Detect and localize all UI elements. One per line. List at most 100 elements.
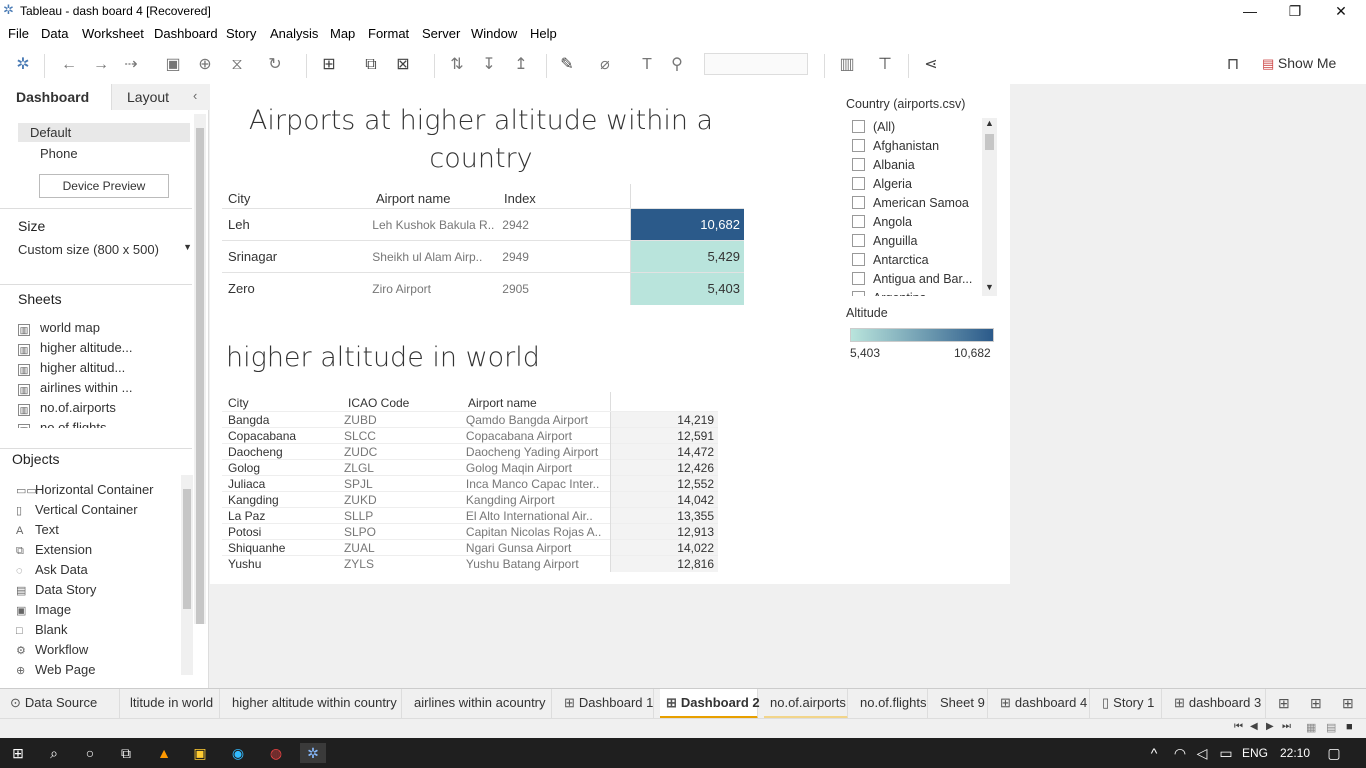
table-row[interactable]: Potosi SLPO Capitan Nicolas Rojas A.. 12,91… (222, 523, 718, 540)
filter-scrollbar[interactable]: ▲ ▼ (982, 118, 997, 296)
sort-descending-icon[interactable]: ↥ (510, 55, 532, 75)
close-button[interactable]: ✕ (1318, 0, 1364, 22)
object-web-page[interactable]: ⊕ Web Page (16, 662, 95, 677)
menu-file[interactable]: File (8, 26, 29, 41)
next-sheet-icon[interactable]: ▶ (1266, 721, 1274, 732)
object-image[interactable]: ▣ Image (16, 602, 71, 617)
battery-icon[interactable]: ▭ (1216, 743, 1236, 763)
table-row[interactable]: Copacabana SLCC Copacabana Airport 12,591 (222, 427, 718, 444)
replay-icon[interactable]: ⇢ (120, 55, 142, 75)
labels-icon[interactable]: T (636, 55, 658, 75)
table-row[interactable]: Golog ZLGL Golog Maqin Airport 12,426 (222, 459, 718, 476)
pause-updates-icon[interactable]: ⧖ (226, 55, 248, 75)
menu-server[interactable]: Server (422, 26, 460, 41)
filter-item[interactable]: Afghanistan (852, 139, 939, 153)
collapse-pane-icon[interactable]: ‹ (193, 88, 197, 103)
new-story-tab-icon[interactable]: ⊞ (1342, 695, 1354, 712)
menu-window[interactable]: Window (471, 26, 517, 41)
new-datasource-icon[interactable]: ⊕ (194, 55, 216, 75)
filter-item[interactable]: Anguilla (852, 234, 917, 248)
tab-ltitude-in-world[interactable]: ltitude in world (124, 689, 220, 719)
filter-item[interactable]: Angola (852, 215, 912, 229)
table-row[interactable]: Srinagar Sheikh ul Alam Airp.. 2949 5,429 (222, 240, 744, 273)
sheet-item-higher-altitude-2[interactable]: ▥ higher altitud... (18, 360, 125, 376)
edge-icon[interactable]: ◉ (228, 743, 248, 763)
menu-data[interactable]: Data (41, 26, 68, 41)
checkbox[interactable] (852, 291, 865, 296)
tableau-home-icon[interactable]: ✲ (12, 55, 34, 75)
filter-item[interactable]: Argentina (852, 291, 927, 296)
filter-item[interactable]: Albania (852, 158, 915, 172)
share-icon[interactable]: ⋖ (920, 55, 942, 75)
vlc-icon[interactable]: ▲ (154, 743, 174, 763)
new-worksheet-tab-icon[interactable]: ⊞ (1278, 695, 1290, 712)
size-dropdown[interactable]: Custom size (800 x 500) ▼ (18, 242, 192, 257)
checkbox[interactable] (852, 253, 865, 266)
table-row[interactable]: Bangda ZUBD Qamdo Bangda Airport 14,219 (222, 411, 718, 428)
undo-icon[interactable]: ← (58, 55, 80, 75)
task-view-icon[interactable]: ⧉ (116, 743, 136, 763)
new-dashboard-tab-icon[interactable]: ⊞ (1310, 695, 1322, 712)
menu-format[interactable]: Format (368, 26, 409, 41)
sheet-item-world-map[interactable]: ▥ world map (18, 320, 100, 336)
menu-map[interactable]: Map (330, 26, 355, 41)
tab-higher-altitude-within-country[interactable]: higher altitude within country (226, 689, 402, 719)
show-cards-icon[interactable]: ▥ (836, 55, 858, 75)
object-vertical-container[interactable]: ▯ Vertical Container (16, 502, 138, 517)
show-sheet-sorter-icon[interactable]: ▤ (1326, 721, 1336, 734)
redo-icon[interactable]: → (90, 55, 112, 75)
windows-start-icon[interactable]: ⊞ (8, 743, 28, 763)
object-blank[interactable]: □ Blank (16, 622, 68, 637)
show-me-button[interactable]: ▤ Show Me (1262, 55, 1336, 72)
menu-worksheet[interactable]: Worksheet (82, 26, 144, 41)
minimize-button[interactable]: — (1227, 0, 1273, 22)
device-default[interactable]: Default (18, 123, 190, 142)
checkbox[interactable] (852, 234, 865, 247)
table-row[interactable]: Yushu ZYLS Yushu Batang Airport 12,816 (222, 555, 718, 572)
object-extension[interactable]: ⧉ Extension (16, 542, 92, 558)
clock[interactable]: 22:10 (1280, 746, 1310, 760)
filter-item[interactable]: Antigua and Bar... (852, 272, 972, 286)
tab-dashboard-3[interactable]: ⊞ dashboard 3 (1168, 689, 1266, 719)
device-scrollbar[interactable] (194, 114, 206, 624)
refresh-icon[interactable]: ↻ (264, 55, 286, 75)
filter-item[interactable]: Algeria (852, 177, 912, 191)
tab-data-source[interactable]: ⊙ Data Source (4, 689, 120, 719)
checkbox[interactable] (852, 158, 865, 171)
sheet-item-airlines[interactable]: ▥ airlines within ... (18, 380, 132, 396)
notifications-icon[interactable]: ▢ (1324, 743, 1344, 763)
sort-ascending-icon[interactable]: ↧ (478, 55, 500, 75)
format-painter-icon[interactable]: ⊓ (1222, 55, 1244, 75)
fit-dropdown[interactable] (704, 53, 808, 75)
show-tabs-icon[interactable]: ■ (1346, 721, 1353, 733)
store-icon[interactable]: ▣ (190, 743, 210, 763)
menu-dashboard[interactable]: Dashboard (154, 26, 218, 41)
checkbox[interactable] (852, 196, 865, 209)
search-icon[interactable]: ⌕ (44, 743, 64, 763)
tableau-taskbar-icon[interactable]: ✲ (300, 743, 326, 763)
sheet-item-higher-altitude-1[interactable]: ▥ higher altitude... (18, 340, 133, 356)
table-row[interactable]: La Paz SLLP El Alto International Air.. 13,… (222, 507, 718, 524)
filter-item[interactable]: (All) (852, 120, 895, 134)
filter-item[interactable]: Antarctica (852, 253, 929, 267)
table-row[interactable]: Zero Ziro Airport 2905 5,403 (222, 272, 744, 305)
object-horizontal-container[interactable]: ▭▭Horizontal Container (16, 482, 154, 497)
objects-scrollbar[interactable] (181, 475, 193, 675)
clear-sheet-icon[interactable]: ⊠ (392, 55, 414, 75)
object-workflow[interactable]: ⚙ Workflow (16, 642, 88, 657)
sheet-item-no-of-airports[interactable]: ▥ no.of.airports (18, 400, 116, 416)
menu-help[interactable]: Help (530, 26, 557, 41)
menu-story[interactable]: Story (226, 26, 256, 41)
pin-icon[interactable]: ⚲ (666, 55, 688, 75)
tab-dashboard-1[interactable]: ⊞ Dashboard 1 (558, 689, 654, 719)
tab-no-of-airports[interactable]: no.of.airports (764, 689, 848, 719)
table-row[interactable]: Daocheng ZUDC Daocheng Yading Airport 14,47… (222, 443, 718, 460)
checkbox[interactable] (852, 139, 865, 152)
new-worksheet-icon[interactable]: ⊞ (318, 55, 340, 75)
object-data-story[interactable]: ▤ Data Story (16, 582, 96, 597)
menu-analysis[interactable]: Analysis (270, 26, 318, 41)
sheet-item-no-of-flights[interactable]: ▥no.of.flights (18, 420, 107, 428)
tab-dashboard[interactable]: Dashboard (0, 84, 111, 110)
group-icon[interactable]: ⌀ (594, 55, 616, 75)
device-preview-button[interactable]: Device Preview (39, 174, 169, 198)
